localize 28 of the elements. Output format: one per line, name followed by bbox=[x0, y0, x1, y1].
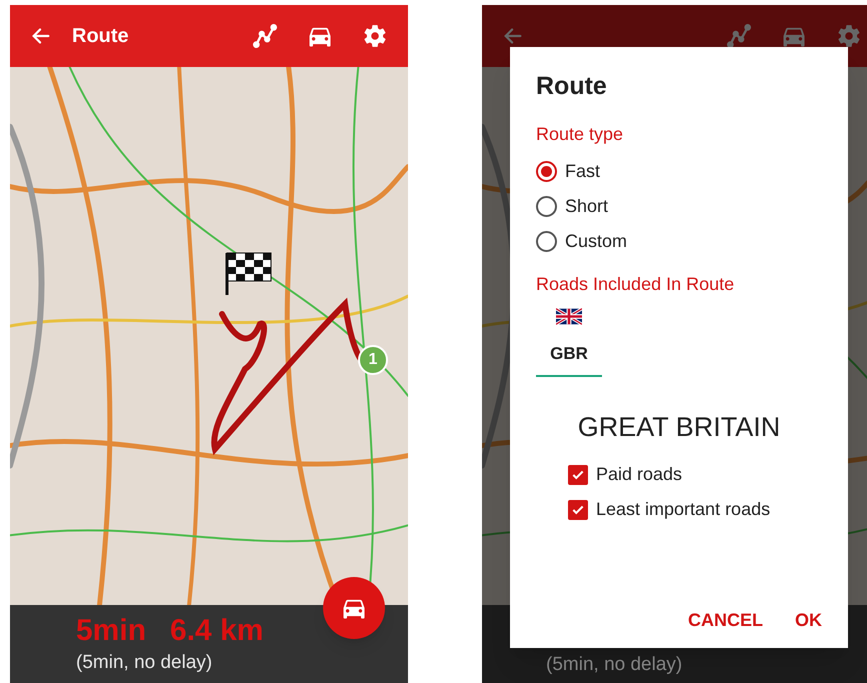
flag-icon bbox=[556, 308, 582, 325]
radio-label: Short bbox=[565, 195, 608, 218]
checkbox[interactable] bbox=[568, 500, 588, 520]
route-delay: (5min, no delay) bbox=[546, 653, 684, 677]
dialog-button[interactable]: CANCEL bbox=[676, 602, 775, 638]
dialog-title: Route bbox=[536, 71, 608, 101]
radio-option[interactable]: Short bbox=[536, 189, 608, 224]
section-label: Roads Included In Route bbox=[536, 273, 736, 296]
radio-button[interactable] bbox=[536, 161, 557, 182]
radio-label: Custom bbox=[565, 230, 628, 253]
checkbox-label: Least important roads bbox=[596, 498, 770, 521]
checkbox[interactable] bbox=[568, 464, 588, 484]
dialog-button[interactable]: OK bbox=[783, 602, 834, 638]
checkbox-label: Paid roads bbox=[596, 463, 682, 486]
route-delay: (5min, no delay) bbox=[76, 651, 214, 675]
section-label: Route type bbox=[536, 123, 624, 146]
toolbar-title: Route bbox=[72, 24, 129, 49]
radio-option[interactable]: Fast bbox=[536, 154, 600, 189]
country-name: GREAT BRITAIN bbox=[578, 410, 780, 444]
radio-label: Fast bbox=[565, 160, 600, 183]
radio-option[interactable]: Custom bbox=[536, 224, 628, 259]
radio-button[interactable] bbox=[536, 231, 557, 252]
route-time: 5min bbox=[76, 613, 146, 649]
checkbox-option[interactable]: Least important roads bbox=[568, 492, 770, 527]
checkbox-option[interactable]: Paid roads bbox=[568, 457, 682, 492]
country-tab[interactable]: GBR bbox=[536, 308, 602, 376]
route-distance: 6.4 km bbox=[170, 613, 264, 649]
radio-button[interactable] bbox=[536, 196, 557, 217]
